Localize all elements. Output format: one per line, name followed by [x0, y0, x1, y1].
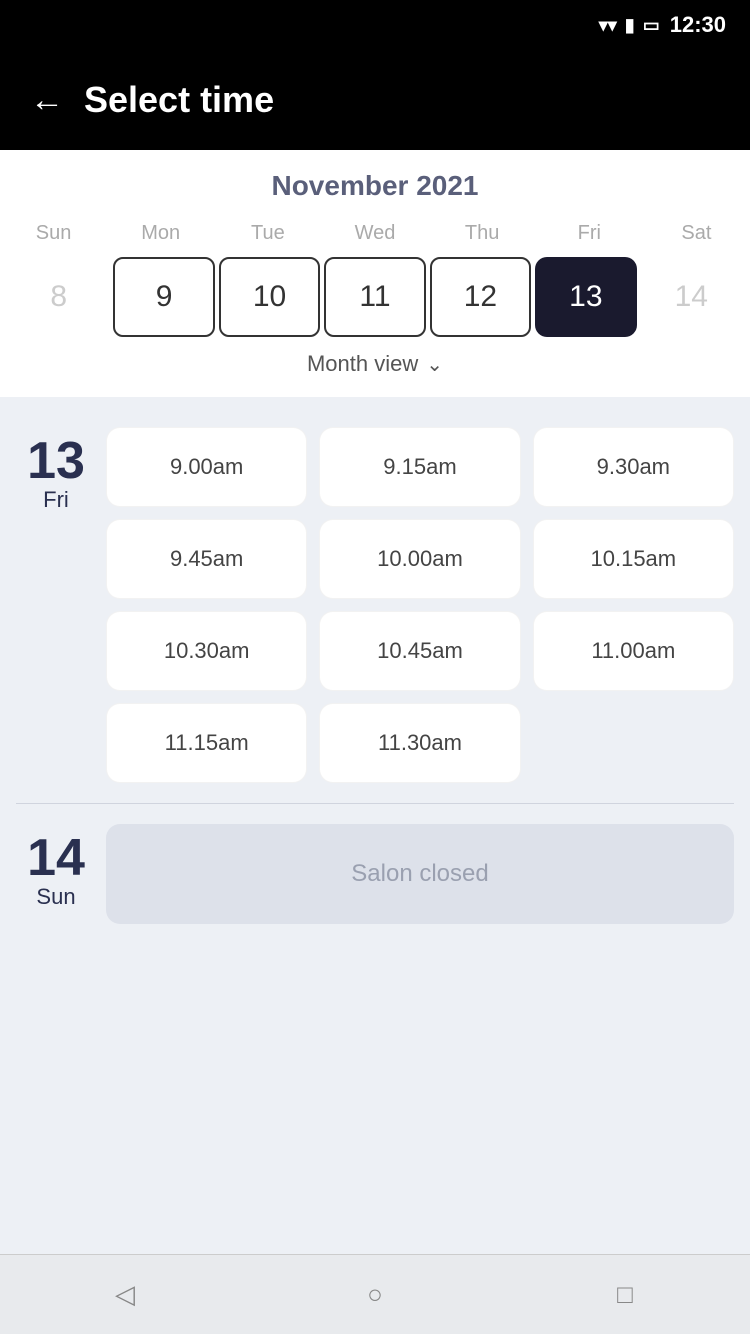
- header: ← Select time: [0, 50, 750, 150]
- page-title: Select time: [84, 79, 274, 121]
- day-name-13: Fri: [43, 487, 69, 513]
- back-button[interactable]: ←: [30, 81, 64, 120]
- recent-nav-button[interactable]: □: [595, 1265, 655, 1325]
- time-section: 13 Fri 9.00am 9.15am 9.30am 9.45am 10.00…: [0, 397, 750, 1254]
- day-headers: Sun Mon Tue Wed Thu Fri Sat: [0, 218, 750, 249]
- day-cell-8[interactable]: 8: [8, 257, 109, 337]
- month-view-toggle[interactable]: Month view ⌄: [0, 337, 750, 387]
- time-slot-915am[interactable]: 9.15am: [319, 427, 520, 507]
- signal-icon: ▮: [625, 15, 635, 36]
- time-slot-1045am[interactable]: 10.45am: [319, 611, 520, 691]
- day-cell-9[interactable]: 9: [113, 257, 214, 337]
- time-slot-930am[interactable]: 9.30am: [533, 427, 734, 507]
- salon-closed-message: Salon closed: [106, 824, 734, 924]
- day-cell-14[interactable]: 14: [641, 257, 742, 337]
- day-label-14: 14 Sun: [16, 824, 96, 910]
- time-slot-1000am[interactable]: 10.00am: [319, 519, 520, 599]
- home-nav-button[interactable]: ○: [345, 1265, 405, 1325]
- wifi-icon: ▾▾: [599, 15, 617, 36]
- day-cells: 8 9 10 11 12 13 14: [0, 257, 750, 337]
- back-nav-button[interactable]: ◁: [95, 1265, 155, 1325]
- day-cell-11[interactable]: 11: [324, 257, 425, 337]
- day-name-14: Sun: [36, 884, 75, 910]
- closed-block-14: 14 Sun Salon closed: [0, 804, 750, 944]
- bottom-nav: ◁ ○ □: [0, 1254, 750, 1334]
- status-time: 12:30: [670, 12, 726, 38]
- time-slot-1100am[interactable]: 11.00am: [533, 611, 734, 691]
- day-number-14: 14: [27, 832, 85, 884]
- day-cell-13[interactable]: 13: [535, 257, 636, 337]
- day-cell-12[interactable]: 12: [430, 257, 531, 337]
- chevron-down-icon: ⌄: [426, 352, 443, 377]
- day-header-mon: Mon: [107, 218, 214, 249]
- status-icons: ▾▾ ▮ ▭: [599, 15, 660, 36]
- time-slot-900am[interactable]: 9.00am: [106, 427, 307, 507]
- battery-icon: ▭: [643, 15, 660, 36]
- day-header-tue: Tue: [214, 218, 321, 249]
- home-nav-icon: ○: [367, 1279, 383, 1310]
- day-header-fri: Fri: [536, 218, 643, 249]
- time-slot-1030am[interactable]: 10.30am: [106, 611, 307, 691]
- time-slot-945am[interactable]: 9.45am: [106, 519, 307, 599]
- calendar-section: November 2021 Sun Mon Tue Wed Thu Fri Sa…: [0, 150, 750, 397]
- time-slot-1115am[interactable]: 11.15am: [106, 703, 307, 783]
- month-view-label: Month view: [307, 351, 418, 377]
- slots-grid-13: 9.00am 9.15am 9.30am 9.45am 10.00am 10.1…: [96, 427, 734, 783]
- month-label: November 2021: [0, 170, 750, 202]
- recent-nav-icon: □: [617, 1279, 633, 1310]
- day-header-sat: Sat: [643, 218, 750, 249]
- day-number-13: 13: [27, 435, 85, 487]
- day-header-thu: Thu: [429, 218, 536, 249]
- time-slot-1015am[interactable]: 10.15am: [533, 519, 734, 599]
- day-header-sun: Sun: [0, 218, 107, 249]
- day-block-13: 13 Fri 9.00am 9.15am 9.30am 9.45am 10.00…: [0, 417, 750, 803]
- back-nav-icon: ◁: [115, 1279, 135, 1310]
- day-label-13: 13 Fri: [16, 427, 96, 513]
- day-header-wed: Wed: [321, 218, 428, 249]
- day-cell-10[interactable]: 10: [219, 257, 320, 337]
- status-bar: ▾▾ ▮ ▭ 12:30: [0, 0, 750, 50]
- time-slot-1130am[interactable]: 11.30am: [319, 703, 520, 783]
